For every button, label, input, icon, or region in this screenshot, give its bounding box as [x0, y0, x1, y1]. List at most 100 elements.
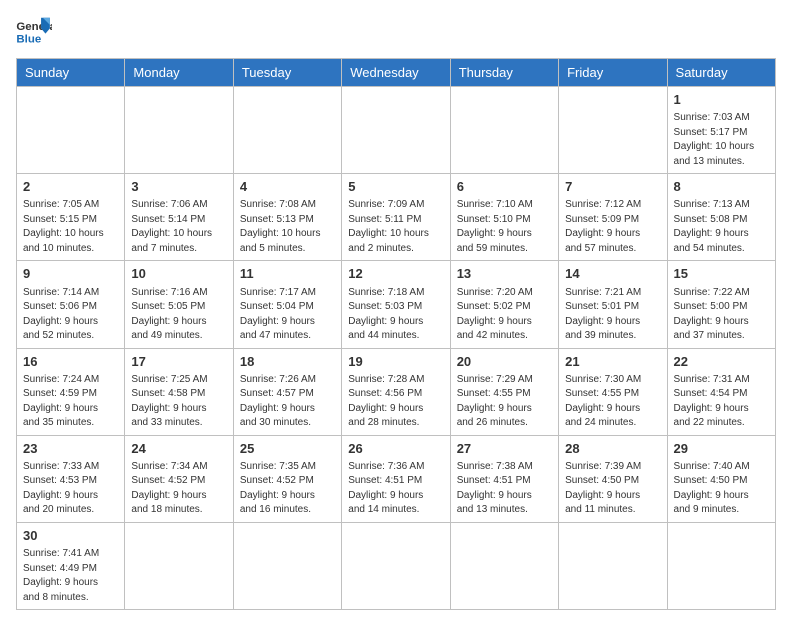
calendar-cell [233, 87, 341, 174]
day-info: Sunrise: 7:35 AM Sunset: 4:52 PM Dayligh… [240, 460, 335, 518]
weekday-header: Sunday [17, 59, 125, 87]
calendar-cell: 24 Sunrise: 7:34 AM Sunset: 4:52 PM Dayli… [125, 435, 233, 522]
day-number: 23 [23, 440, 118, 458]
calendar-cell: 23Sunrise: 7:33 AM Sunset: 4:53 PM Dayli… [17, 435, 125, 522]
calendar-cell: 22 Sunrise: 7:31 AM Sunset: 4:54 PM Dayli… [667, 348, 775, 435]
day-info: Sunrise: 7:22 AM Sunset: 5:00 PM Dayligh… [674, 286, 769, 344]
weekday-header: Wednesday [342, 59, 450, 87]
calendar-cell [233, 522, 341, 609]
calendar-week-row: 16 Sunrise: 7:24 AM Sunset: 4:59 PM Dayli… [17, 348, 776, 435]
logo-icon: General Blue [16, 16, 52, 46]
day-info: Sunrise: 7:17 AM Sunset: 5:04 PM Dayligh… [240, 286, 335, 344]
day-number: 5 [348, 178, 443, 196]
day-info: Sunrise: 7:36 AM Sunset: 4:51 PM Dayligh… [348, 460, 443, 518]
day-number: 1 [674, 91, 769, 109]
calendar-cell: 17Sunrise: 7:25 AM Sunset: 4:58 PM Dayli… [125, 348, 233, 435]
day-number: 27 [457, 440, 552, 458]
day-info: Sunrise: 7:40 AM Sunset: 4:50 PM Dayligh… [674, 460, 769, 518]
day-info: Sunrise: 7:29 AM Sunset: 4:55 PM Dayligh… [457, 373, 552, 431]
calendar-cell: 25Sunrise: 7:35 AM Sunset: 4:52 PM Dayli… [233, 435, 341, 522]
calendar-cell: 29 Sunrise: 7:40 AM Sunset: 4:50 PM Dayli… [667, 435, 775, 522]
calendar-cell: 14 Sunrise: 7:21 AM Sunset: 5:01 PM Dayli… [559, 261, 667, 348]
day-number: 26 [348, 440, 443, 458]
day-number: 24 [131, 440, 226, 458]
day-number: 18 [240, 353, 335, 371]
calendar-cell: 1 Sunrise: 7:03 AM Sunset: 5:17 PM Daylig… [667, 87, 775, 174]
calendar-cell: 30Sunrise: 7:41 AM Sunset: 4:49 PM Dayli… [17, 522, 125, 609]
calendar-cell [450, 522, 558, 609]
day-info: Sunrise: 7:34 AM Sunset: 4:52 PM Dayligh… [131, 460, 226, 518]
calendar-cell: 21 Sunrise: 7:30 AM Sunset: 4:55 PM Dayli… [559, 348, 667, 435]
day-number: 16 [23, 353, 118, 371]
calendar-cell [125, 87, 233, 174]
calendar-cell: 27 Sunrise: 7:38 AM Sunset: 4:51 PM Dayli… [450, 435, 558, 522]
calendar-cell: 8Sunrise: 7:13 AM Sunset: 5:08 PM Daylig… [667, 174, 775, 261]
calendar-week-row: 30Sunrise: 7:41 AM Sunset: 4:49 PM Dayli… [17, 522, 776, 609]
day-info: Sunrise: 7:41 AM Sunset: 4:49 PM Dayligh… [23, 547, 118, 605]
calendar-cell [125, 522, 233, 609]
calendar-cell: 18 Sunrise: 7:26 AM Sunset: 4:57 PM Dayli… [233, 348, 341, 435]
calendar-week-row: 1 Sunrise: 7:03 AM Sunset: 5:17 PM Daylig… [17, 87, 776, 174]
day-info: Sunrise: 7:03 AM Sunset: 5:17 PM Dayligh… [674, 111, 769, 169]
day-info: Sunrise: 7:13 AM Sunset: 5:08 PM Dayligh… [674, 198, 769, 256]
calendar-cell: 6 Sunrise: 7:10 AM Sunset: 5:10 PM Daylig… [450, 174, 558, 261]
calendar-cell: 13 Sunrise: 7:20 AM Sunset: 5:02 PM Dayli… [450, 261, 558, 348]
calendar-cell: 4Sunrise: 7:08 AM Sunset: 5:13 PM Daylig… [233, 174, 341, 261]
day-info: Sunrise: 7:14 AM Sunset: 5:06 PM Dayligh… [23, 286, 118, 344]
day-info: Sunrise: 7:38 AM Sunset: 4:51 PM Dayligh… [457, 460, 552, 518]
page-header: General Blue [16, 16, 776, 46]
calendar-cell [17, 87, 125, 174]
day-info: Sunrise: 7:09 AM Sunset: 5:11 PM Dayligh… [348, 198, 443, 256]
day-number: 22 [674, 353, 769, 371]
calendar-week-row: 9 Sunrise: 7:14 AM Sunset: 5:06 PM Daylig… [17, 261, 776, 348]
day-info: Sunrise: 7:30 AM Sunset: 4:55 PM Dayligh… [565, 373, 660, 431]
day-number: 21 [565, 353, 660, 371]
day-number: 3 [131, 178, 226, 196]
calendar-cell [667, 522, 775, 609]
calendar-cell: 28Sunrise: 7:39 AM Sunset: 4:50 PM Dayli… [559, 435, 667, 522]
calendar-cell: 7Sunrise: 7:12 AM Sunset: 5:09 PM Daylig… [559, 174, 667, 261]
day-number: 28 [565, 440, 660, 458]
calendar-cell: 10 Sunrise: 7:16 AM Sunset: 5:05 PM Dayli… [125, 261, 233, 348]
day-number: 19 [348, 353, 443, 371]
day-info: Sunrise: 7:31 AM Sunset: 4:54 PM Dayligh… [674, 373, 769, 431]
weekday-header: Friday [559, 59, 667, 87]
day-number: 20 [457, 353, 552, 371]
calendar-cell: 19 Sunrise: 7:28 AM Sunset: 4:56 PM Dayli… [342, 348, 450, 435]
weekday-header-row: SundayMondayTuesdayWednesdayThursdayFrid… [17, 59, 776, 87]
calendar-cell [342, 87, 450, 174]
day-number: 9 [23, 265, 118, 283]
day-info: Sunrise: 7:06 AM Sunset: 5:14 PM Dayligh… [131, 198, 226, 256]
day-number: 17 [131, 353, 226, 371]
calendar-cell: 5 Sunrise: 7:09 AM Sunset: 5:11 PM Daylig… [342, 174, 450, 261]
day-number: 29 [674, 440, 769, 458]
day-info: Sunrise: 7:21 AM Sunset: 5:01 PM Dayligh… [565, 286, 660, 344]
weekday-header: Tuesday [233, 59, 341, 87]
day-info: Sunrise: 7:10 AM Sunset: 5:10 PM Dayligh… [457, 198, 552, 256]
day-number: 12 [348, 265, 443, 283]
calendar-cell [450, 87, 558, 174]
day-info: Sunrise: 7:20 AM Sunset: 5:02 PM Dayligh… [457, 286, 552, 344]
day-info: Sunrise: 7:08 AM Sunset: 5:13 PM Dayligh… [240, 198, 335, 256]
calendar-cell: 3 Sunrise: 7:06 AM Sunset: 5:14 PM Daylig… [125, 174, 233, 261]
day-number: 11 [240, 265, 335, 283]
day-number: 2 [23, 178, 118, 196]
calendar-cell [559, 87, 667, 174]
day-number: 6 [457, 178, 552, 196]
calendar-week-row: 23Sunrise: 7:33 AM Sunset: 4:53 PM Dayli… [17, 435, 776, 522]
calendar-cell: 20 Sunrise: 7:29 AM Sunset: 4:55 PM Dayli… [450, 348, 558, 435]
weekday-header: Saturday [667, 59, 775, 87]
calendar-cell: 12Sunrise: 7:18 AM Sunset: 5:03 PM Dayli… [342, 261, 450, 348]
day-info: Sunrise: 7:12 AM Sunset: 5:09 PM Dayligh… [565, 198, 660, 256]
day-number: 14 [565, 265, 660, 283]
day-info: Sunrise: 7:05 AM Sunset: 5:15 PM Dayligh… [23, 198, 118, 256]
calendar-cell [559, 522, 667, 609]
day-info: Sunrise: 7:26 AM Sunset: 4:57 PM Dayligh… [240, 373, 335, 431]
day-number: 13 [457, 265, 552, 283]
calendar-cell: 2 Sunrise: 7:05 AM Sunset: 5:15 PM Daylig… [17, 174, 125, 261]
day-info: Sunrise: 7:16 AM Sunset: 5:05 PM Dayligh… [131, 286, 226, 344]
svg-text:Blue: Blue [16, 33, 41, 45]
day-number: 10 [131, 265, 226, 283]
day-info: Sunrise: 7:28 AM Sunset: 4:56 PM Dayligh… [348, 373, 443, 431]
day-info: Sunrise: 7:24 AM Sunset: 4:59 PM Dayligh… [23, 373, 118, 431]
